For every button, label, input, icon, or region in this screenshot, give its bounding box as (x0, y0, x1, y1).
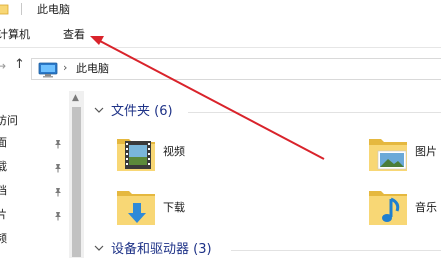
pin-icon[interactable] (53, 187, 63, 197)
group-divider (188, 112, 441, 113)
pictures-folder-icon (369, 139, 407, 171)
pin-icon[interactable] (53, 163, 63, 173)
folder-videos[interactable]: 视频 (115, 131, 235, 175)
breadcrumb[interactable]: 此电脑 (76, 62, 109, 75)
forward-arrow-icon[interactable]: → (0, 59, 6, 73)
chevron-down-icon[interactable] (93, 103, 105, 117)
folder-label: 音乐 (415, 201, 437, 214)
nav-item-videos[interactable]: 频 (0, 232, 7, 245)
address-row: → ↑ › 此电脑 (0, 49, 441, 91)
scroll-up-icon[interactable]: ▲ (72, 93, 79, 103)
pin-icon[interactable] (53, 139, 63, 149)
folder-label: 视频 (163, 145, 185, 158)
video-folder-icon (117, 139, 155, 171)
scrollbar[interactable]: ▲ (69, 91, 84, 258)
folder-label: 下载 (163, 201, 185, 214)
downloads-folder-icon (117, 191, 155, 225)
nav-item-pictures[interactable]: 片 (0, 208, 7, 221)
navigation-pane: 访问 面 载 档 片 频 ▲ (0, 91, 84, 258)
nav-item-quick-access[interactable]: 访问 (0, 114, 18, 127)
folder-music[interactable]: 音乐 (367, 187, 441, 231)
tab-computer[interactable]: 计算机 (0, 28, 30, 41)
group-divider (231, 250, 441, 251)
scrollbar-thumb[interactable] (72, 107, 81, 257)
pin-icon[interactable] (53, 211, 63, 221)
folder-label: 图片 (415, 145, 437, 158)
address-bar[interactable]: › 此电脑 (31, 58, 441, 80)
breadcrumb-chevron-icon[interactable]: › (63, 61, 67, 74)
tab-view[interactable]: 查看 (63, 28, 85, 41)
ribbon: 计算机 查看 (0, 20, 441, 48)
group-label-folders: 文件夹 (6) (111, 104, 173, 119)
chevron-down-icon[interactable] (93, 241, 105, 255)
nav-item-downloads[interactable]: 载 (0, 160, 7, 173)
title-bar: 此电脑 (0, 0, 441, 20)
nav-item-documents[interactable]: 档 (0, 184, 7, 197)
up-arrow-icon[interactable]: ↑ (14, 57, 25, 72)
group-label-devices: 设备和驱动器 (3) (111, 242, 212, 257)
computer-icon (38, 62, 58, 78)
folder-downloads[interactable]: 下载 (115, 187, 235, 231)
content-pane: 文件夹 (6) 视频 图片 下载 音乐 设备和驱动器 (3) (85, 91, 441, 258)
window-title: 此电脑 (37, 3, 70, 16)
nav-item-desktop[interactable]: 面 (0, 136, 7, 149)
music-folder-icon (369, 191, 407, 225)
folder-icon (0, 4, 9, 15)
folder-pictures[interactable]: 图片 (367, 131, 441, 175)
title-separator (21, 3, 22, 15)
